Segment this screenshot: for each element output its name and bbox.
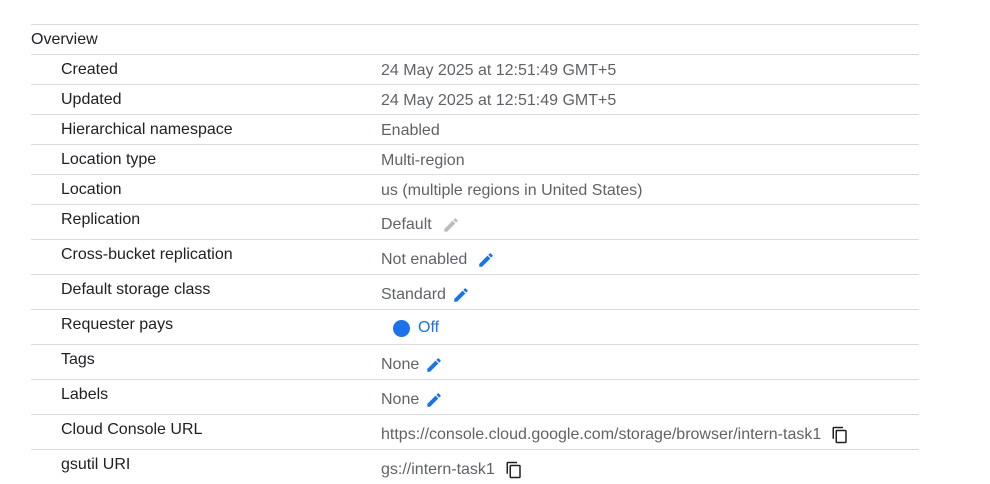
row-key: Hierarchical namespace <box>61 121 233 138</box>
edit-icon <box>440 214 462 236</box>
row-value: None <box>381 389 445 411</box>
row-value: Default <box>381 214 462 236</box>
edit-icon[interactable] <box>450 284 472 306</box>
row-value: https://console.cloud.google.com/storage… <box>381 424 851 446</box>
row-key: Replication <box>61 211 141 228</box>
row-gsutil-uri: gsutil URI gs://intern-task1 <box>31 449 919 484</box>
row-value: Not enabled <box>381 249 497 271</box>
row-default-storage-class: Default storage class Standard <box>31 274 919 309</box>
row-key: Requester pays <box>61 316 174 333</box>
bucket-details-table: Overview Created 24 May 2025 at 12:51:49… <box>31 24 919 484</box>
row-key: Default storage class <box>61 281 211 298</box>
row-updated: Updated 24 May 2025 at 12:51:49 GMT+5 <box>31 84 919 114</box>
row-requester-pays: Requester pays Off <box>31 309 919 344</box>
row-key: Cross-bucket replication <box>61 246 233 263</box>
created-value: 24 May 2025 at 12:51:49 GMT+5 <box>381 62 617 79</box>
edit-icon[interactable] <box>475 249 497 271</box>
copy-icon[interactable] <box>503 459 525 481</box>
row-key: Location <box>61 181 122 198</box>
toggle-label: Off <box>418 319 440 336</box>
row-value: Multi-region <box>381 152 465 170</box>
row-key: Cloud Console URL <box>61 421 203 438</box>
row-value: us (multiple regions in United States) <box>381 182 642 200</box>
row-key: Labels <box>61 386 109 403</box>
cloud-console-url-value[interactable]: https://console.cloud.google.com/storage… <box>381 426 821 444</box>
default-storage-class-value: Standard <box>381 286 446 303</box>
row-created: Created 24 May 2025 at 12:51:49 GMT+5 <box>31 54 919 84</box>
hierarchical-namespace-value: Enabled <box>381 122 440 139</box>
row-key: Created <box>61 61 118 78</box>
section-title: Overview <box>31 31 98 48</box>
row-key: Updated <box>61 91 122 108</box>
replication-value: Default <box>381 216 432 233</box>
row-labels: Labels None <box>31 379 919 414</box>
edit-icon[interactable] <box>423 389 445 411</box>
location-type-value: Multi-region <box>381 152 465 169</box>
row-key: gsutil URI <box>61 456 131 473</box>
row-cross-bucket-replication: Cross-bucket replication Not enabled <box>31 239 919 274</box>
row-key: Location type <box>61 151 157 168</box>
row-cloud-console-url: Cloud Console URL https://console.cloud.… <box>31 414 919 449</box>
row-value: Enabled <box>381 122 440 140</box>
row-location-type: Location type Multi-region <box>31 144 919 174</box>
row-replication: Replication Default <box>31 204 919 239</box>
row-value: Off <box>381 319 439 337</box>
row-value: Standard <box>381 284 472 306</box>
row-location: Location us (multiple regions in United … <box>31 174 919 204</box>
row-value: gs://intern-task1 <box>381 459 525 481</box>
location-value: us (multiple regions in United States) <box>381 182 643 199</box>
edit-icon[interactable] <box>423 354 445 376</box>
copy-icon[interactable] <box>829 424 851 446</box>
row-value: 24 May 2025 at 12:51:49 GMT+5 <box>381 62 616 80</box>
toggle-knob <box>393 319 410 337</box>
row-tags: Tags None <box>31 344 919 379</box>
updated-value: 24 May 2025 at 12:51:49 GMT+5 <box>381 92 617 109</box>
gsutil-uri-value: gs://intern-task1 <box>381 461 495 478</box>
row-value: 24 May 2025 at 12:51:49 GMT+5 <box>381 92 616 110</box>
row-hierarchical-namespace: Hierarchical namespace Enabled <box>31 114 919 144</box>
cross-bucket-replication-value: Not enabled <box>381 251 468 268</box>
overview-section-header: Overview <box>31 24 919 54</box>
tags-value: None <box>381 356 420 373</box>
labels-value: None <box>381 391 420 408</box>
requester-pays-toggle[interactable]: Off <box>393 319 439 337</box>
row-key: Tags <box>61 351 95 368</box>
row-value: None <box>381 354 445 376</box>
